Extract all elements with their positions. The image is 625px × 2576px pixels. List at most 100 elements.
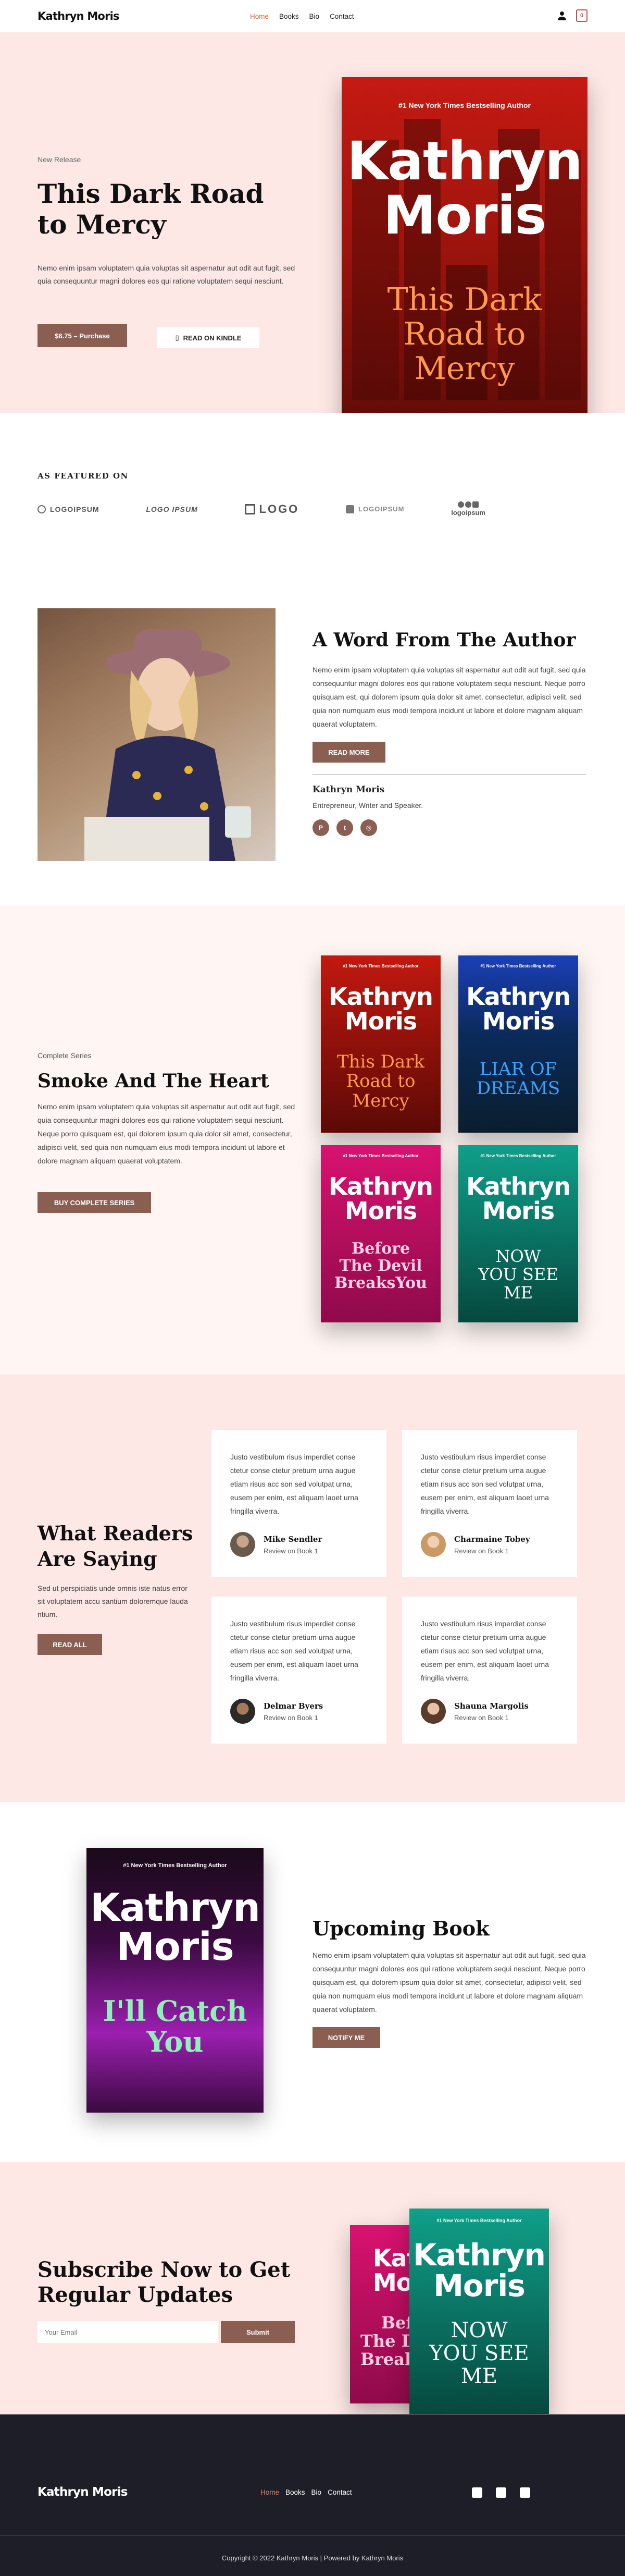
purchase-button[interactable]: $6.75 – Purchase xyxy=(38,324,127,347)
series-book-1-title-2: Road to xyxy=(346,1071,416,1092)
series-book-3-title-3: BreaksYou xyxy=(334,1274,427,1292)
footer-nav-books[interactable]: Books xyxy=(285,2488,305,2496)
testimonial-author: Charmaine Tobey Review on Book 1 xyxy=(421,1532,530,1557)
hero-book-tagline: #1 New York Times Bestselling Author xyxy=(398,101,531,109)
series-book-1[interactable]: #1 New York Times Bestselling Author Kat… xyxy=(321,955,441,1133)
read-all-button[interactable]: READ ALL xyxy=(38,1634,102,1655)
series-book-2-title: LIAR OF DREAMS xyxy=(458,1059,578,1099)
nav-contact[interactable]: Contact xyxy=(330,13,354,20)
site-footer: Kathryn Moris Home Books Bio Contact Cop… xyxy=(0,2414,625,2576)
kindle-label: READ ON KINDLE xyxy=(183,334,242,342)
upcoming-book-author-last: Moris xyxy=(116,1924,234,1970)
featured-logo-4-text: LOGOIPSUM xyxy=(358,505,405,513)
nav-bio[interactable]: Bio xyxy=(309,13,320,20)
footer-nav-contact[interactable]: Contact xyxy=(328,2488,352,2496)
twitter-icon[interactable] xyxy=(496,2487,506,2498)
hero-book-title-1: This Dark xyxy=(387,281,542,318)
featured-section: AS FEATURED ON LOGOIPSUM LOGO IPSUM LOGO… xyxy=(0,413,625,608)
front-book-author-last: Moris xyxy=(433,2268,526,2304)
hero-book-cover[interactable]: #1 New York Times Bestselling Author Kat… xyxy=(342,77,588,445)
hero-book-title: This Dark Road to Mercy xyxy=(342,283,588,386)
submit-button[interactable]: Submit xyxy=(221,2321,295,2343)
series-book-4-author-first: Kathryn xyxy=(466,1172,571,1200)
series-book-3-title-2: The Devil xyxy=(339,1257,422,1275)
series-book-1-title-3: Mercy xyxy=(352,1090,409,1111)
upcoming-section: #1 New York Times Bestselling Author Kat… xyxy=(0,1802,625,2162)
front-book-title-1: NOW xyxy=(451,2319,508,2342)
series-book-1-tag: #1 New York Times Bestselling Author xyxy=(343,964,419,968)
series-book-2-title-1: LIAR OF xyxy=(479,1059,557,1080)
site-logo[interactable]: Kathryn Moris xyxy=(38,10,120,22)
testimonial-card-1: Justo vestibulum risus imperdiet conse c… xyxy=(211,1430,386,1577)
series-book-4[interactable]: #1 New York Times Bestselling Author Kat… xyxy=(458,1145,578,1322)
footer-logo[interactable]: Kathryn Moris xyxy=(38,2485,128,2499)
series-book-3-title: Before The Devil BreaksYou xyxy=(321,1240,441,1292)
review-source: Review on Book 1 xyxy=(264,1547,318,1555)
nav-books[interactable]: Books xyxy=(279,13,299,20)
author-portrait-art xyxy=(38,608,276,861)
author-description: Nemo enim ipsam voluptatem quia voluptas… xyxy=(312,666,586,728)
pinterest-icon[interactable]: P xyxy=(312,819,329,836)
subscribe-heading: Subscribe Now to Get Regular Updates xyxy=(38,2258,291,2307)
front-book-title: NOW YOU SEE ME xyxy=(409,2319,549,2388)
testimonial-author: Delmar Byers Review on Book 1 xyxy=(230,1699,323,1724)
author-socials: P t ◎ xyxy=(312,819,377,836)
upcoming-book-cover[interactable]: #1 New York Times Bestselling Author Kat… xyxy=(86,1848,264,2113)
upcoming-book-title: I'll Catch You xyxy=(86,1995,264,2058)
read-more-button[interactable]: READ MORE xyxy=(312,742,385,763)
series-book-3-title-1: Before xyxy=(351,1240,410,1258)
review-source: Review on Book 1 xyxy=(454,1547,509,1555)
cart-icon[interactable]: 0 xyxy=(576,9,588,22)
logo-mark-icon xyxy=(244,504,255,514)
series-book-2-title-2: DREAMS xyxy=(476,1078,560,1099)
reviewer-name: Delmar Byers xyxy=(264,1701,323,1711)
series-book-4-title: NOW YOU SEE ME xyxy=(458,1247,578,1303)
front-book-title-3: ME xyxy=(460,2364,498,2388)
subscribe-front-book[interactable]: #1 New York Times Bestselling Author Kat… xyxy=(409,2209,549,2414)
footer-divider xyxy=(0,2535,625,2536)
hero-section: New Release This Dark Road to Mercy Nemo… xyxy=(0,32,625,445)
series-book-2[interactable]: #1 New York Times Bestselling Author Kat… xyxy=(458,955,578,1133)
testimonial-author: Shauna Margolis Review on Book 1 xyxy=(421,1699,529,1724)
notify-me-button[interactable]: NOTIFY ME xyxy=(312,2027,380,2048)
featured-logo-4: LOGOIPSUM xyxy=(346,505,404,513)
series-book-2-author-last: Moris xyxy=(482,1007,555,1035)
upcoming-description: Nemo enim ipsam voluptatem quia voluptas… xyxy=(312,1951,586,2014)
series-book-3[interactable]: #1 New York Times Bestselling Author Kat… xyxy=(321,1145,441,1322)
instagram-icon[interactable]: ◎ xyxy=(360,819,377,836)
buy-complete-series-button[interactable]: BUY COMPLETE SERIES xyxy=(38,1192,151,1213)
facebook-icon[interactable] xyxy=(472,2487,482,2498)
featured-logo-3-text: LOGO xyxy=(259,502,299,516)
site-header: Kathryn Moris Home Books Bio Contact 0 xyxy=(0,0,625,32)
featured-logo-5-text: logoipsum xyxy=(451,509,485,517)
series-book-4-title-2: YOU SEE xyxy=(478,1265,558,1285)
author-role: Entrepreneur, Writer and Speaker. xyxy=(312,801,423,809)
featured-heading: AS FEATURED ON xyxy=(38,471,129,481)
series-book-4-author-last: Moris xyxy=(482,1196,555,1225)
featured-logo-1: LOGOIPSUM xyxy=(38,505,99,513)
testimonial-quote: Justo vestibulum risus imperdiet conse c… xyxy=(421,1453,549,1515)
footer-nav-home[interactable]: Home xyxy=(260,2488,279,2496)
nav-home[interactable]: Home xyxy=(250,13,269,20)
series-book-1-title-1: This Dark xyxy=(336,1051,425,1072)
email-field[interactable] xyxy=(38,2321,218,2343)
series-book-4-tag: #1 New York Times Bestselling Author xyxy=(480,1154,556,1158)
hero-book-title-2: Road to xyxy=(403,316,526,352)
testimonial-card-4: Justo vestibulum risus imperdiet conse c… xyxy=(402,1597,577,1744)
review-source: Review on Book 1 xyxy=(264,1713,318,1722)
testimonial-card-3: Justo vestibulum risus imperdiet conse c… xyxy=(211,1597,386,1744)
twitter-icon[interactable]: t xyxy=(336,819,353,836)
avatar xyxy=(230,1699,255,1724)
series-book-2-tag: #1 New York Times Bestselling Author xyxy=(480,964,556,968)
footer-nav-bio[interactable]: Bio xyxy=(311,2488,322,2496)
series-book-4-title-3: ME xyxy=(503,1283,533,1303)
testimonials-heading: What Readers Are Saying xyxy=(38,1522,193,1571)
series-book-2-author-first: Kathryn xyxy=(466,983,571,1011)
instagram-icon[interactable] xyxy=(520,2487,530,2498)
review-source: Review on Book 1 xyxy=(454,1713,509,1722)
series-eyebrow: Complete Series xyxy=(38,1051,92,1060)
hero-title: This Dark Road to Mercy xyxy=(38,178,264,240)
read-on-kindle-button[interactable]: ▯ READ ON KINDLE xyxy=(157,327,259,348)
hero-description: Nemo enim ipsam voluptatem quia voluptas… xyxy=(38,264,295,286)
user-icon[interactable] xyxy=(556,10,568,21)
